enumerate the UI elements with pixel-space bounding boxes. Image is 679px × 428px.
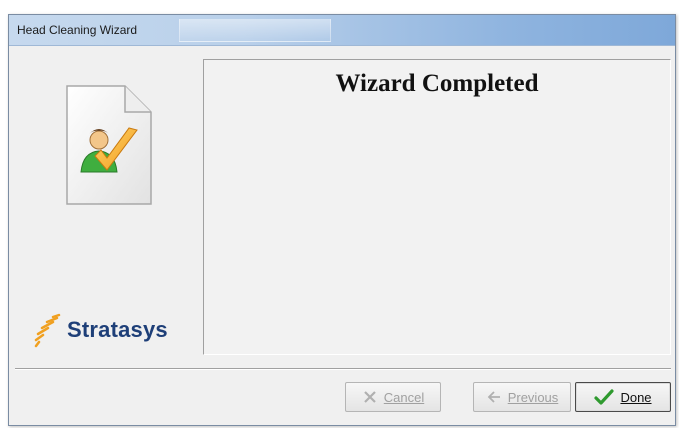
window-title: Head Cleaning Wizard: [17, 23, 138, 37]
footer-divider-highlight: [15, 369, 671, 370]
checkmark-icon: [594, 388, 615, 406]
cancel-button-label: Cancel: [383, 389, 425, 405]
title-bar[interactable]: Head Cleaning Wizard: [9, 15, 675, 46]
title-bar-highlight: [179, 19, 331, 42]
document-user-check-icon: [66, 85, 152, 205]
wizard-content-panel: Wizard Completed: [203, 59, 671, 355]
stratasys-logo-icon: [34, 313, 61, 348]
done-button-label: Done: [620, 389, 652, 405]
done-button[interactable]: Done: [575, 382, 671, 412]
page-title: Wizard Completed: [335, 70, 539, 97]
previous-button-label: Previous: [507, 389, 559, 405]
wizard-sidebar: Stratasys: [9, 46, 199, 366]
stratasys-logo: Stratasys: [33, 313, 168, 349]
previous-arrow-icon: [486, 389, 502, 405]
wizard-window: Head Cleaning Wizard Stratasys Wizard Co…: [8, 14, 676, 426]
cancel-button[interactable]: Cancel: [345, 382, 441, 412]
cancel-x-icon: [362, 389, 378, 405]
previous-button[interactable]: Previous: [473, 382, 571, 412]
stratasys-logo-text: Stratasys: [67, 317, 168, 342]
